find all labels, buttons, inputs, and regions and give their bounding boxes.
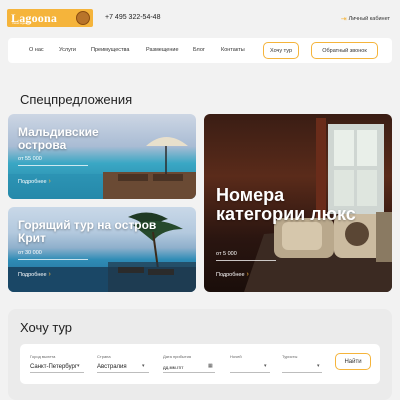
main-nav: О нас Услуги Преимущества Размещение Бло…: [8, 38, 392, 63]
more-label: Подробнее: [18, 178, 47, 185]
arrival-date-label: Дата прибытия: [163, 354, 191, 359]
chevron-right-icon: ›: [246, 271, 249, 278]
nav-item-advantages[interactable]: Преимущества: [91, 47, 129, 53]
tourists-label: Туристы: [282, 354, 298, 359]
nights-label: Ночей: [230, 354, 242, 359]
chevron-right-icon: ›: [48, 178, 51, 185]
login-arrow-icon: ⇥: [340, 16, 347, 23]
callback-button[interactable]: Обратный звонок: [311, 42, 378, 59]
offer-card-lux-rooms[interactable]: Номера категории люкс от 5 000 Подробнее…: [204, 114, 392, 292]
tour-form-title: Хочу тур: [20, 320, 73, 335]
offer-more-link-maldives[interactable]: Подробнее ›: [18, 178, 51, 185]
divider: [18, 259, 88, 260]
nav-item-accommodation[interactable]: Размещение: [146, 47, 179, 53]
chevron-right-icon: ›: [48, 271, 51, 278]
nav-item-contacts[interactable]: Контакты: [221, 47, 245, 53]
offer-title-crete: Горящий тур на остров Крит: [18, 218, 157, 245]
search-button[interactable]: Найти: [335, 353, 371, 370]
offer-more-link-lux-rooms[interactable]: Подробнее ›: [216, 271, 249, 278]
departure-city-select[interactable]: Санкт-Петербург: [30, 364, 77, 370]
logo-subtitle: travel agency: [12, 21, 30, 25]
offer-price-maldives: от 55 000: [18, 156, 42, 162]
chevron-down-icon[interactable]: ▾: [142, 363, 145, 369]
want-tour-button[interactable]: Хочу тур: [263, 42, 299, 59]
tour-form: Город вылета Санкт-Петербург ▾ Страна Ав…: [20, 344, 380, 384]
more-label: Подробнее: [216, 271, 245, 278]
field-underline: [30, 372, 84, 373]
nav-item-about[interactable]: О нас: [29, 47, 44, 53]
offers-title: Спецпредложения: [20, 92, 133, 107]
logo[interactable]: Lagoona travel agency: [7, 9, 93, 27]
offer-card-maldives[interactable]: Мальдивские острова от 55 000 Подробнее …: [8, 114, 196, 199]
nav-item-blog[interactable]: Блог: [193, 47, 205, 53]
offer-title-maldives: Мальдивские острова: [18, 125, 99, 152]
nav-item-services[interactable]: Услуги: [59, 47, 76, 53]
personal-cabinet-label: Личный кабинет: [348, 16, 390, 22]
country-select[interactable]: Австралия: [97, 364, 127, 370]
top-bar: Lagoona travel agency +7 495 322-54-48 ⇥…: [0, 0, 400, 36]
offer-more-link-crete[interactable]: Подробнее ›: [18, 271, 51, 278]
offer-card-crete[interactable]: Горящий тур на остров Крит от 30 000 Под…: [8, 207, 196, 292]
divider: [216, 260, 276, 261]
offer-price-crete: от 30 000: [18, 250, 42, 256]
field-underline: [163, 372, 215, 373]
more-label: Подробнее: [18, 271, 47, 278]
chevron-down-icon[interactable]: ▾: [264, 363, 267, 369]
divider: [18, 165, 88, 166]
field-underline: [230, 372, 270, 373]
departure-city-label: Город вылета: [30, 354, 56, 359]
chevron-down-icon[interactable]: ▾: [317, 363, 320, 369]
chevron-down-icon[interactable]: ▾: [77, 363, 80, 369]
phone-number[interactable]: +7 495 322-54-48: [105, 14, 160, 21]
field-underline: [97, 372, 149, 373]
country-label: Страна: [97, 354, 111, 359]
offer-title-lux-rooms: Номера категории люкс: [216, 185, 356, 224]
personal-cabinet-link[interactable]: ⇥ Личный кабинет: [341, 15, 390, 23]
field-underline: [282, 372, 322, 373]
offer-price-lux-rooms: от 5 000: [216, 251, 237, 257]
calendar-icon[interactable]: ▦: [208, 363, 213, 369]
arrival-date-input[interactable]: дд.мм.гггг: [163, 365, 184, 370]
logo-sun-icon: [76, 11, 90, 25]
